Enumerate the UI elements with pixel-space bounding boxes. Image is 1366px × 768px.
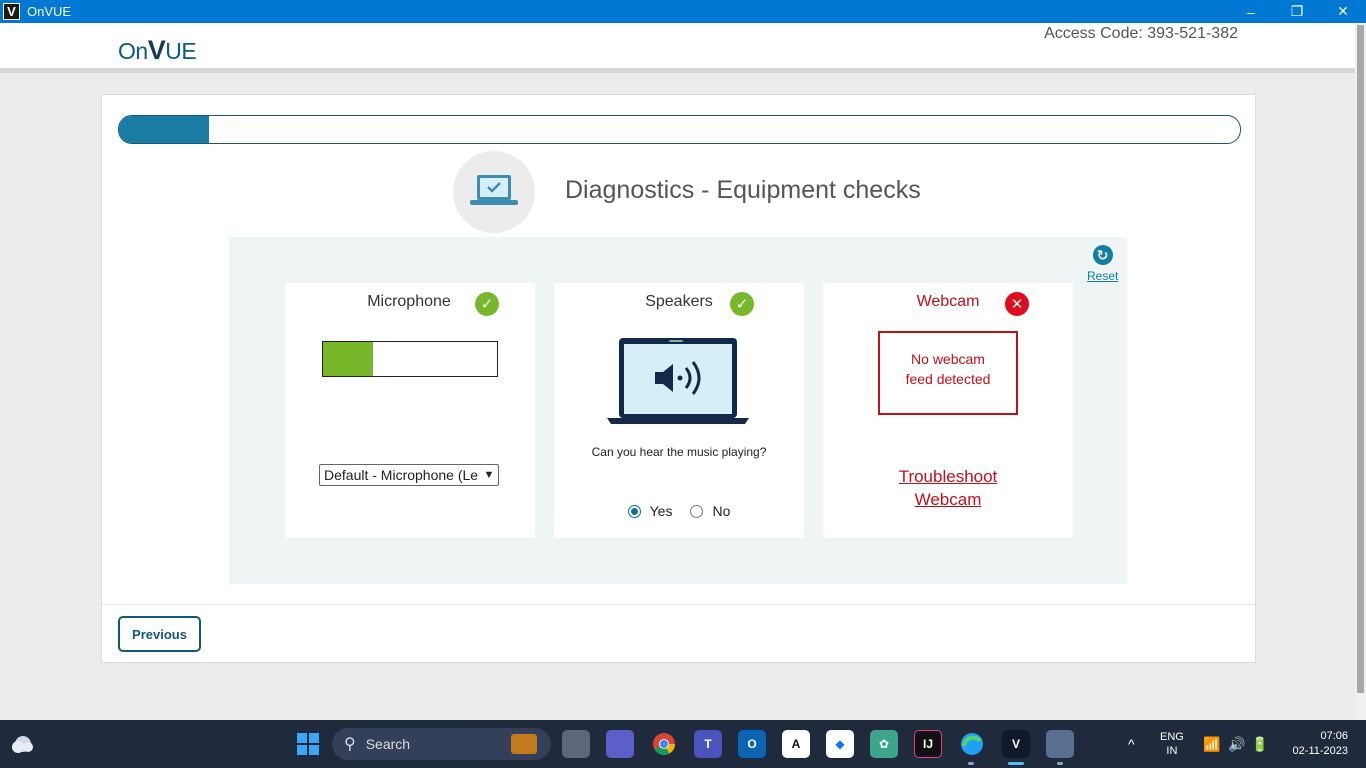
volume-icon[interactable]: 🔊 (1228, 720, 1245, 768)
clock-date: 02-11-2023 (1292, 745, 1348, 757)
error-x-icon: ✕ (1005, 292, 1029, 316)
teams-icon[interactable]: T (694, 730, 722, 758)
speakers-title: Speakers (645, 293, 713, 310)
microphone-level-meter (322, 341, 498, 377)
onvue-taskbar-icon[interactable]: V (1002, 730, 1030, 758)
app-header: OnVUE Access Code: 393-521-382 (0, 23, 1355, 73)
logo-v: V (147, 35, 166, 65)
webcam-error-line2: feed detected (905, 371, 991, 387)
progress-bar (118, 115, 1241, 144)
search-icon: ⚲ (344, 736, 356, 753)
check-icon: ✓ (730, 292, 754, 316)
diagnostics-card: Diagnostics - Equipment checks ↻ Reset M… (101, 94, 1256, 663)
microphone-select[interactable]: Default - Microphone (Le ▼ (319, 464, 499, 486)
microphone-selected-device: Default - Microphone (Le (324, 467, 479, 483)
troubleshoot-webcam-link[interactable]: Troubleshoot Webcam (823, 465, 1073, 511)
chevron-down-icon: ▼ (482, 468, 496, 482)
speaker-answer-group: Yes No (554, 503, 804, 519)
windows-taskbar: ⚲ Search T O A ◆ ✿ IJ V ^ ENG IN 📶 🔊 🔋 0… (0, 720, 1366, 768)
battery-icon[interactable]: 🔋 (1251, 720, 1268, 768)
briefcase-icon (511, 734, 537, 754)
wifi-icon[interactable]: 📶 (1203, 720, 1220, 768)
microphone-check: Microphone ✓ Default - Microphone (Le ▼ (285, 283, 535, 538)
onvue-app-icon: V (3, 3, 20, 20)
scrollbar-thumb[interactable] (1357, 25, 1364, 693)
window-controls: – ❐ ✕ (1228, 0, 1366, 23)
check-icon: ✓ (475, 292, 499, 316)
previous-button[interactable]: Previous (118, 616, 201, 652)
onvue-logo: OnVUE (118, 35, 197, 66)
running-indicator (1057, 762, 1063, 765)
region-code: IN (1166, 745, 1178, 757)
speaker-question: Can you hear the music playing? (591, 445, 767, 459)
no-radio[interactable] (690, 504, 704, 518)
window-title-bar: V OnVUE – ❐ ✕ (0, 0, 1366, 23)
tray-overflow-icon[interactable]: ^ (1128, 720, 1135, 768)
troubleshoot-line2[interactable]: Webcam (823, 488, 1073, 511)
vertical-scrollbar[interactable] (1355, 23, 1366, 720)
webcam-check: Webcam ✕ No webcam feed detected Trouble… (823, 283, 1073, 538)
access-code: Access Code: 393-521-382 (1044, 25, 1238, 42)
divider (102, 604, 1255, 605)
equipment-checks-panel: ↻ Reset Microphone ✓ Default - Microphon… (229, 237, 1127, 584)
start-windows-icon[interactable] (294, 730, 322, 758)
webcam-error-message: No webcam feed detected (878, 331, 1018, 415)
weather-icon[interactable] (10, 732, 36, 754)
speakers-check: Speakers ✓ Can you hear the music playin… (554, 283, 804, 538)
clock-time: 07:06 (1320, 730, 1348, 742)
running-indicator (968, 762, 974, 765)
active-indicator (1008, 762, 1024, 765)
chat-icon[interactable] (606, 730, 634, 758)
intellij-icon[interactable]: IJ (914, 730, 942, 758)
clock[interactable]: 07:06 02-11-2023 (1284, 720, 1348, 768)
restore-button[interactable]: ❐ (1274, 0, 1320, 23)
page-title: Diagnostics - Equipment checks (565, 176, 921, 204)
window-title: OnVUE (27, 4, 72, 19)
logo-prefix: On (118, 38, 148, 64)
language-indicator[interactable]: ENG IN (1160, 720, 1184, 768)
search-label: Search (365, 736, 411, 752)
reset-label: Reset (1087, 269, 1119, 283)
webcam-error-line1: No webcam (911, 351, 985, 367)
no-label[interactable]: No (712, 503, 730, 519)
taskbar-search[interactable]: ⚲ Search (332, 728, 551, 760)
chatgpt-icon[interactable]: ✿ (870, 730, 898, 758)
chrome-icon[interactable] (650, 730, 678, 758)
app-a-icon[interactable]: A (782, 730, 810, 758)
progress-fill (119, 116, 209, 143)
edge-icon[interactable] (958, 730, 986, 758)
task-view-icon[interactable] (562, 730, 590, 758)
webcam-title: Webcam (916, 293, 980, 310)
monitor-app-icon[interactable] (1046, 730, 1074, 758)
minimize-button[interactable]: – (1228, 0, 1274, 23)
yes-radio[interactable] (627, 504, 641, 518)
outlook-icon[interactable]: O (738, 730, 766, 758)
microphone-level-fill (323, 342, 374, 376)
troubleshoot-line1[interactable]: Troubleshoot (823, 465, 1073, 488)
yes-label[interactable]: Yes (650, 503, 673, 519)
laptop-check-icon (453, 151, 535, 233)
diamond-app-icon[interactable]: ◆ (826, 730, 854, 758)
language-code: ENG (1160, 731, 1184, 743)
logo-suffix: UE (165, 38, 197, 64)
close-button[interactable]: ✕ (1320, 0, 1366, 23)
refresh-icon: ↻ (1092, 245, 1113, 265)
reset-button[interactable]: ↻ Reset (1087, 245, 1118, 283)
laptop-speaker-icon (607, 337, 751, 430)
